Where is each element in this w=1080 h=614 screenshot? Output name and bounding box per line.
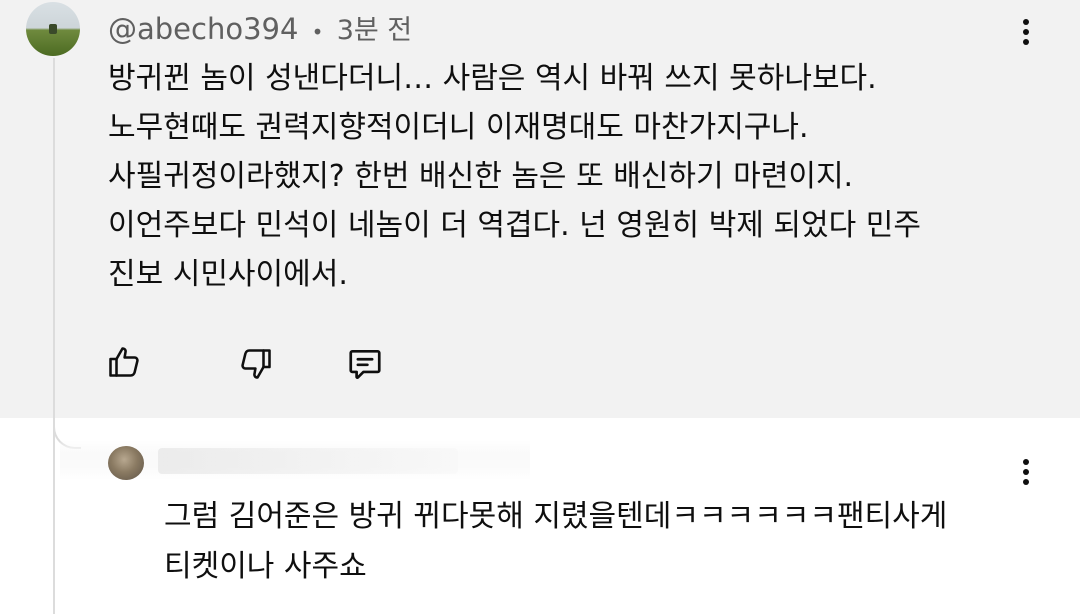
reply-body: 그럼 김어준은 방귀 뀌다못해 지렸을텐데ㅋㅋㅋㅋㅋㅋ팬티사게 티켓이나 사주쇼 xyxy=(164,492,1044,592)
avatar-image xyxy=(49,24,57,34)
comment-line: 노무현때도 권력지향적이더니 이재명대도 마찬가지구나. xyxy=(108,110,809,145)
avatar[interactable] xyxy=(26,2,80,56)
reply-line: 티켓이나 사주쇼 xyxy=(164,549,367,584)
header-separator: • xyxy=(311,20,324,44)
comment-timestamp: 3분 전 xyxy=(336,15,413,46)
kebab-dot xyxy=(1023,479,1029,485)
dislike-button[interactable] xyxy=(236,344,276,384)
kebab-dot xyxy=(1023,19,1029,25)
comment-line: 진보 시민사이에서. xyxy=(108,257,348,292)
thumbs-down-icon xyxy=(241,349,271,379)
comment-header: @abecho394 • 3분 전 xyxy=(108,8,412,47)
reply-line: 그럼 김어준은 방귀 뀌다못해 지렸을텐데ㅋㅋㅋㅋㅋㅋ팬티사게 xyxy=(164,499,948,534)
comment-body: 방귀뀐 놈이 성낸다더니… 사람은 역시 바꿔 쓰지 못하나보다. 노무현때도 … xyxy=(108,54,1038,299)
comment-line: 이언주보다 민석이 네놈이 더 역겹다. 넌 영원히 박제 되었다 민주 xyxy=(108,208,921,243)
kebab-dot xyxy=(1023,469,1029,475)
like-button[interactable] xyxy=(104,342,144,382)
reply-more-options-button[interactable] xyxy=(1014,454,1038,490)
kebab-dot xyxy=(1023,39,1029,45)
kebab-dot xyxy=(1023,29,1029,35)
reply-author-redacted xyxy=(158,448,458,474)
thread-line xyxy=(53,58,55,614)
reply-avatar[interactable] xyxy=(108,446,144,480)
more-options-button[interactable] xyxy=(1014,14,1038,50)
reply-icon xyxy=(349,349,381,380)
thumbs-up-icon xyxy=(109,347,139,377)
comment-line: 방귀뀐 놈이 성낸다더니… 사람은 역시 바꿔 쓰지 못하나보다. xyxy=(108,61,877,96)
comment-line: 사필귀정이라했지? 한번 배신한 놈은 또 배신하기 마련이지. xyxy=(108,159,854,194)
reply-button[interactable] xyxy=(345,344,385,384)
author-handle[interactable]: @abecho394 xyxy=(108,12,298,46)
kebab-dot xyxy=(1023,459,1029,465)
